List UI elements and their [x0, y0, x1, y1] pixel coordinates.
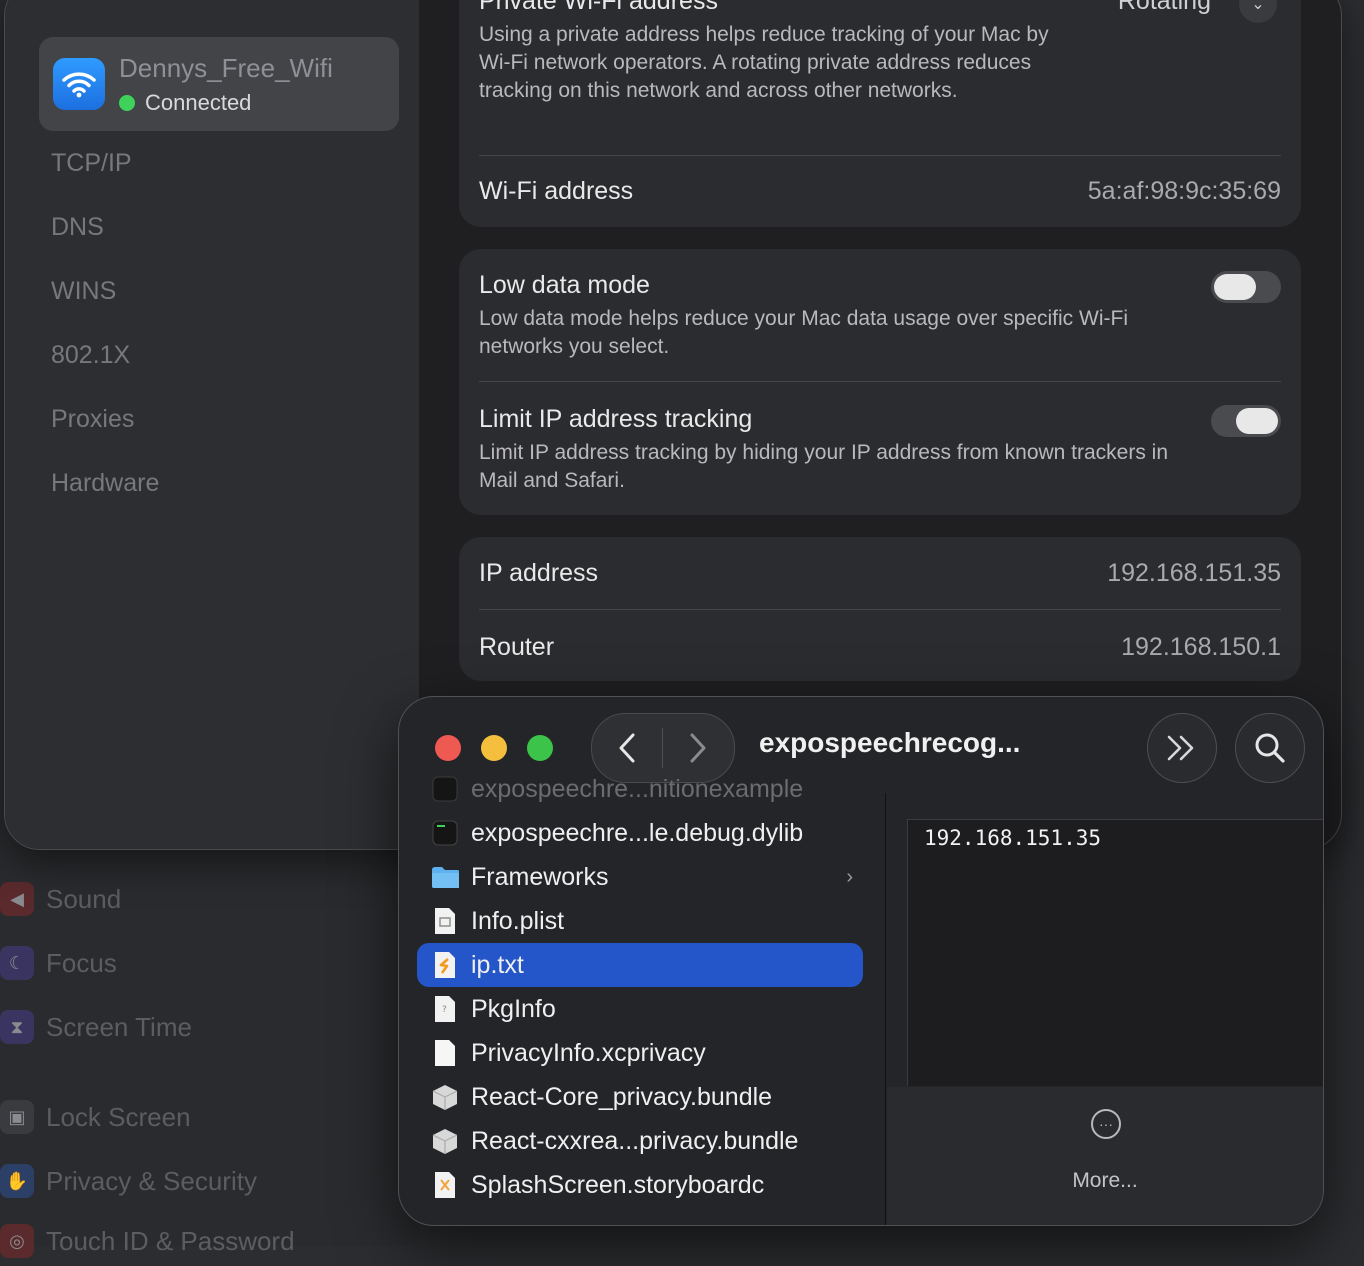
tab-proxies[interactable]: Proxies — [51, 405, 134, 434]
chevron-updown-icon[interactable]: ⌄ — [1239, 0, 1277, 23]
router-label: Router — [479, 633, 555, 661]
ip-address-value: 192.168.151.35 — [1107, 559, 1281, 587]
sidebar-item-touch-id[interactable]: ◎ Touch ID & Password — [0, 1216, 295, 1266]
minimize-button[interactable] — [481, 735, 507, 761]
private-address-description: Using a private address helps reduce tra… — [479, 23, 1049, 102]
sidebar-item-label: Touch ID & Password — [46, 1225, 295, 1256]
divider — [479, 381, 1281, 382]
preview-text: 192.168.151.35 — [924, 826, 1102, 850]
sidebar-item-lock-screen[interactable]: ▣ Lock Screen — [0, 1092, 191, 1142]
tab-dns[interactable]: DNS — [51, 213, 104, 242]
limit-ip-tracking-title: Limit IP address tracking — [479, 405, 753, 433]
sidebar-item-label: Screen Time — [46, 1011, 192, 1042]
sidebar-item-screen-time[interactable]: ⧗ Screen Time — [0, 1002, 192, 1052]
more-toolbar-button[interactable] — [1147, 713, 1217, 783]
private-address-title: Private Wi-Fi address — [479, 0, 718, 15]
list-item[interactable]: expospeechre...nitionexample — [417, 767, 863, 811]
column-divider — [885, 793, 886, 1225]
list-item[interactable]: PrivacyInfo.xcprivacy — [417, 1031, 863, 1075]
hand-icon: ✋ — [0, 1164, 34, 1198]
network-card[interactable]: Dennys_Free_Wifi Connected — [39, 37, 399, 131]
ip-address-label: IP address — [479, 559, 599, 587]
fingerprint-icon: ◎ — [0, 1224, 34, 1258]
list-item[interactable]: React-cxxrea...privacy.bundle — [417, 1119, 863, 1163]
limit-ip-tracking-description: Limit IP address tracking by hiding your… — [479, 441, 1169, 492]
close-button[interactable] — [435, 735, 461, 761]
plist-icon — [431, 906, 459, 936]
moon-icon: ☾ — [0, 946, 34, 980]
folder-icon — [431, 862, 459, 892]
connected-dot-icon — [119, 94, 135, 111]
chevron-right-icon: › — [846, 865, 853, 888]
list-item[interactable]: SplashScreen.storyboardc — [417, 1163, 863, 1207]
ip-group: IP address 192.168.151.35 Router 192.168… — [459, 537, 1301, 681]
exec-icon — [431, 774, 459, 804]
divider — [479, 155, 1281, 156]
preview-actions: ··· More... — [887, 1087, 1323, 1225]
low-data-mode-title: Low data mode — [479, 271, 650, 299]
router-value: 192.168.150.1 — [1121, 633, 1281, 661]
ellipsis-circle-icon[interactable]: ··· — [1091, 1109, 1121, 1139]
tab-wins[interactable]: WINS — [51, 277, 116, 306]
storyboard-icon — [431, 1170, 459, 1200]
bundle-icon — [431, 1126, 459, 1156]
generic-file-icon: ? — [431, 994, 459, 1024]
svg-text:?: ? — [442, 1005, 447, 1015]
connection-status: Connected — [119, 90, 333, 116]
list-item[interactable]: Info.plist — [417, 899, 863, 943]
toggle-knob — [1236, 408, 1278, 434]
zoom-button[interactable] — [527, 735, 553, 761]
lock-icon: ▣ — [0, 1100, 34, 1134]
sidebar-item-privacy-security[interactable]: ✋ Privacy & Security — [0, 1156, 257, 1206]
finder-window: expospeechrecog... expospeechre...nition… — [398, 696, 1324, 1226]
low-data-mode-description: Low data mode helps reduce your Mac data… — [479, 307, 1128, 358]
privacy-options-group: Low data mode Low data mode helps reduce… — [459, 249, 1301, 515]
list-item[interactable]: ? PkgInfo — [417, 987, 863, 1031]
divider — [479, 609, 1281, 610]
file-preview: 192.168.151.35 — [907, 819, 1323, 1086]
network-name: Dennys_Free_Wifi — [119, 52, 333, 83]
sidebar-item-focus[interactable]: ☾ Focus — [0, 938, 117, 988]
window-title: expospeechrecog... — [759, 727, 1021, 758]
tab-802-1x[interactable]: 802.1X — [51, 341, 130, 370]
exec-icon — [431, 818, 459, 848]
limit-ip-tracking-toggle[interactable] — [1211, 405, 1281, 437]
tab-hardware[interactable]: Hardware — [51, 469, 159, 498]
hourglass-icon: ⧗ — [0, 1010, 34, 1044]
chevron-right-icon — [690, 733, 706, 763]
list-item[interactable]: Frameworks › — [417, 855, 863, 899]
sidebar-item-sound[interactable]: ◀ Sound — [0, 874, 121, 924]
text-file-icon — [431, 950, 459, 980]
document-icon — [431, 1038, 459, 1068]
speaker-icon: ◀ — [0, 882, 34, 916]
wifi-address-value: 5a:af:98:9c:35:69 — [1087, 177, 1281, 205]
private-address-value[interactable]: Rotating — [1118, 0, 1211, 16]
sidebar-item-label: Privacy & Security — [46, 1165, 257, 1196]
chevron-left-icon — [619, 733, 635, 763]
double-chevron-right-icon — [1167, 735, 1194, 761]
network-sidebar: Dennys_Free_Wifi Connected TCP/IP DNS WI… — [5, 0, 419, 849]
list-item[interactable]: expospeechre...le.debug.dylib — [417, 811, 863, 855]
search-icon — [1255, 733, 1285, 763]
sidebar-item-label: Lock Screen — [46, 1101, 191, 1132]
wifi-icon — [53, 58, 105, 110]
toggle-knob — [1214, 274, 1256, 300]
status-label: Connected — [145, 89, 252, 115]
more-button[interactable]: More... — [887, 1169, 1323, 1193]
search-button[interactable] — [1235, 713, 1305, 783]
tab-tcp-ip[interactable]: TCP/IP — [51, 149, 132, 178]
sidebar-item-label: Sound — [46, 883, 122, 914]
sidebar-item-label: Focus — [46, 947, 117, 978]
wifi-address-label: Wi-Fi address — [479, 177, 634, 205]
list-item-selected[interactable]: ip.txt — [417, 943, 863, 987]
bundle-icon — [431, 1082, 459, 1112]
list-item[interactable]: React-Core_privacy.bundle — [417, 1075, 863, 1119]
low-data-mode-toggle[interactable] — [1211, 271, 1281, 303]
address-group: Private Wi-Fi address Rotating ⌄ Using a… — [459, 0, 1301, 227]
file-list: expospeechre...nitionexample expospeechr… — [399, 767, 885, 1225]
